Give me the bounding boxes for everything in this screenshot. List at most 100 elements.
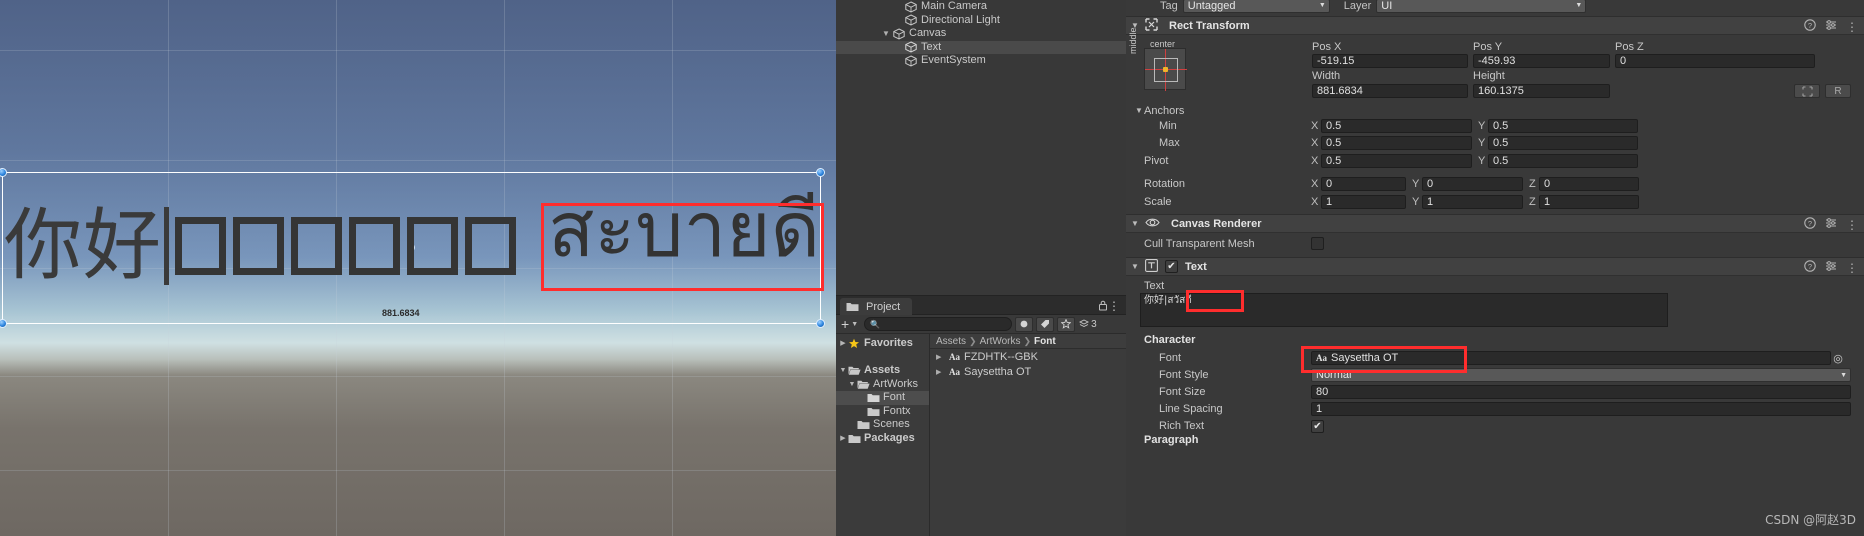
project-panel[interactable]: Project ⋮ + ▼ 🔍 3 ▶ Favorites ▼ Assets ▼… — [836, 296, 1126, 536]
resize-handle-top-left[interactable] — [0, 168, 7, 177]
font-size-field[interactable]: 80 — [1311, 385, 1851, 399]
preset-icon[interactable] — [1825, 260, 1837, 275]
rotation-x-field[interactable]: 0 — [1321, 177, 1406, 191]
scale-y-field[interactable]: 1 — [1422, 195, 1523, 209]
component-header-canvas-renderer[interactable]: ▼ Canvas Renderer ? ⋮ — [1126, 214, 1864, 233]
component-menu-icon[interactable]: ⋮ — [1846, 261, 1858, 275]
scale-x-field[interactable]: 1 — [1321, 195, 1406, 209]
foldout-arrow-expanded[interactable]: ▼ — [838, 364, 848, 378]
hierarchy-item-main-camera[interactable]: Main Camera — [836, 0, 1126, 14]
anchor-max-y-field[interactable]: 0.5 — [1488, 136, 1638, 150]
help-icon[interactable]: ? — [1804, 217, 1816, 232]
rotation-y-field[interactable]: 0 — [1422, 177, 1523, 191]
foldout-arrow-expanded[interactable]: ▼ — [1130, 262, 1140, 271]
foldout-arrow[interactable]: ▶ — [936, 368, 945, 376]
chevron-down-icon[interactable]: ▼ — [851, 321, 858, 328]
resize-handle-top-right[interactable] — [816, 168, 825, 177]
hierarchy-item-eventsystem[interactable]: EventSystem — [836, 54, 1126, 68]
height-field[interactable]: 160.1375 — [1473, 84, 1610, 98]
tree-item-artworks[interactable]: ▼ ArtWorks — [836, 378, 929, 392]
add-asset-button[interactable]: + — [841, 317, 849, 331]
panel-options-icon[interactable]: ⋮ — [1108, 299, 1121, 313]
star-icon — [848, 338, 861, 349]
scene-grid-line — [0, 470, 836, 471]
foldout-arrow-expanded[interactable]: ▼ — [1134, 106, 1144, 115]
object-picker-icon[interactable]: ◎ — [1831, 351, 1845, 365]
pos-z-field[interactable]: 0 — [1615, 54, 1815, 68]
anchor-preset-widget[interactable] — [1144, 48, 1187, 91]
text-value-textarea[interactable]: 你好|สวัสดี — [1140, 293, 1668, 327]
filter-label-button[interactable] — [1036, 316, 1055, 332]
inspector-panel[interactable]: Tag Untagged ▼ Layer UI ▼ ▼ Rect Transfo… — [1126, 0, 1864, 536]
project-folder-tree[interactable]: ▶ Favorites ▼ Assets ▼ ArtWorks Font Fon… — [836, 334, 930, 536]
component-menu-icon[interactable]: ⋮ — [1846, 20, 1858, 34]
axis-x-label: X — [1311, 120, 1319, 132]
text-component-icon — [1145, 258, 1158, 275]
breadcrumb-artworks[interactable]: ArtWorks — [980, 336, 1021, 347]
project-asset-list[interactable]: Assets ❯ ArtWorks ❯ Font ▶ Aa FZDHTK--GB… — [930, 334, 1126, 536]
blueprint-mode-button[interactable] — [1794, 84, 1820, 98]
text-component-enabled-checkbox[interactable]: ✔ — [1165, 260, 1178, 273]
font-style-dropdown[interactable]: Normal ▼ — [1311, 368, 1851, 382]
hierarchy-item-text[interactable]: Text — [836, 40, 1126, 54]
hierarchy-panel[interactable]: Main Camera Directional Light ▼ Canvas T… — [836, 0, 1126, 296]
foldout-arrow[interactable]: ▶ — [936, 353, 945, 361]
pos-x-field[interactable]: -519.15 — [1312, 54, 1468, 68]
rotation-z-field[interactable]: 0 — [1539, 177, 1639, 191]
tree-item-scenes[interactable]: Scenes — [836, 418, 929, 432]
hierarchy-item-directional-light[interactable]: Directional Light — [836, 14, 1126, 28]
tag-dropdown[interactable]: Untagged ▼ — [1182, 0, 1330, 13]
scene-view[interactable]: 你好 สะบายดี 881.6834 — [0, 0, 836, 536]
component-menu-icon[interactable]: ⋮ — [1846, 218, 1858, 232]
help-icon[interactable]: ? — [1804, 19, 1816, 34]
breadcrumb-font[interactable]: Font — [1034, 336, 1056, 347]
tree-item-packages[interactable]: ▶ Packages — [836, 432, 929, 446]
preset-icon[interactable] — [1825, 19, 1837, 34]
line-spacing-field[interactable]: 1 — [1311, 402, 1851, 416]
gameobject-icon — [904, 14, 918, 26]
resize-handle-bottom-right[interactable] — [816, 319, 825, 328]
lock-icon[interactable] — [1098, 300, 1108, 311]
middle-column: Main Camera Directional Light ▼ Canvas T… — [836, 0, 1126, 536]
asset-item-fzdhtk[interactable]: ▶ Aa FZDHTK--GBK — [930, 349, 1126, 364]
resize-handle-bottom-left[interactable] — [0, 319, 7, 328]
pivot-x-field[interactable]: 0.5 — [1321, 154, 1472, 168]
favorite-star-button[interactable] — [1057, 316, 1076, 332]
asset-item-saysettha[interactable]: ▶ Aa Saysettha OT — [930, 364, 1126, 379]
foldout-arrow[interactable]: ▶ — [838, 337, 848, 351]
tree-item-favorites[interactable]: ▶ Favorites — [836, 337, 929, 351]
anchor-min-x-field[interactable]: 0.5 — [1321, 119, 1472, 133]
foldout-arrow-expanded[interactable]: ▼ — [880, 27, 892, 41]
width-field[interactable]: 881.6834 — [1312, 84, 1468, 98]
anchor-min-y-field[interactable]: 0.5 — [1488, 119, 1638, 133]
tab-project[interactable]: Project — [840, 298, 913, 315]
help-icon[interactable]: ? — [1804, 260, 1816, 275]
anchor-max-x-field[interactable]: 0.5 — [1321, 136, 1472, 150]
pivot-y-field[interactable]: 0.5 — [1488, 154, 1638, 168]
cull-transparent-mesh-checkbox[interactable] — [1311, 237, 1324, 250]
foldout-arrow-expanded[interactable]: ▼ — [847, 378, 857, 392]
tree-item-assets[interactable]: ▼ Assets — [836, 364, 929, 378]
scale-z-field[interactable]: 1 — [1539, 195, 1639, 209]
tree-item-font[interactable]: Font — [836, 391, 929, 405]
rotation-row: Rotation X 0 Y 0 Z 0 — [1126, 176, 1864, 192]
breadcrumb-assets[interactable]: Assets — [936, 336, 966, 347]
anchors-foldout-row[interactable]: ▼ Anchors — [1126, 102, 1864, 119]
font-label: Font — [1159, 352, 1182, 364]
rich-text-checkbox[interactable]: ✔ — [1311, 419, 1324, 433]
preset-icon[interactable] — [1825, 217, 1837, 232]
foldout-arrow-expanded[interactable]: ▼ — [1130, 219, 1140, 228]
raw-edit-mode-button[interactable]: R — [1825, 84, 1851, 98]
hierarchy-item-canvas[interactable]: ▼ Canvas — [836, 27, 1126, 41]
component-header-text[interactable]: ▼ ✔ Text ? ⋮ — [1126, 257, 1864, 276]
component-header-rect-transform[interactable]: ▼ Rect Transform ? ⋮ — [1126, 16, 1864, 35]
foldout-arrow[interactable]: ▶ — [838, 432, 848, 446]
project-toolbar[interactable]: + ▼ 🔍 3 — [836, 315, 1126, 334]
search-input[interactable]: 🔍 — [864, 317, 1013, 331]
tree-item-fontx[interactable]: Fontx — [836, 405, 929, 419]
breadcrumb[interactable]: Assets ❯ ArtWorks ❯ Font — [930, 334, 1126, 349]
layer-dropdown[interactable]: UI ▼ — [1376, 0, 1587, 13]
font-object-field[interactable]: Aa Saysettha OT — [1311, 351, 1831, 365]
pos-y-field[interactable]: -459.93 — [1473, 54, 1610, 68]
filter-type-button[interactable] — [1015, 316, 1034, 332]
